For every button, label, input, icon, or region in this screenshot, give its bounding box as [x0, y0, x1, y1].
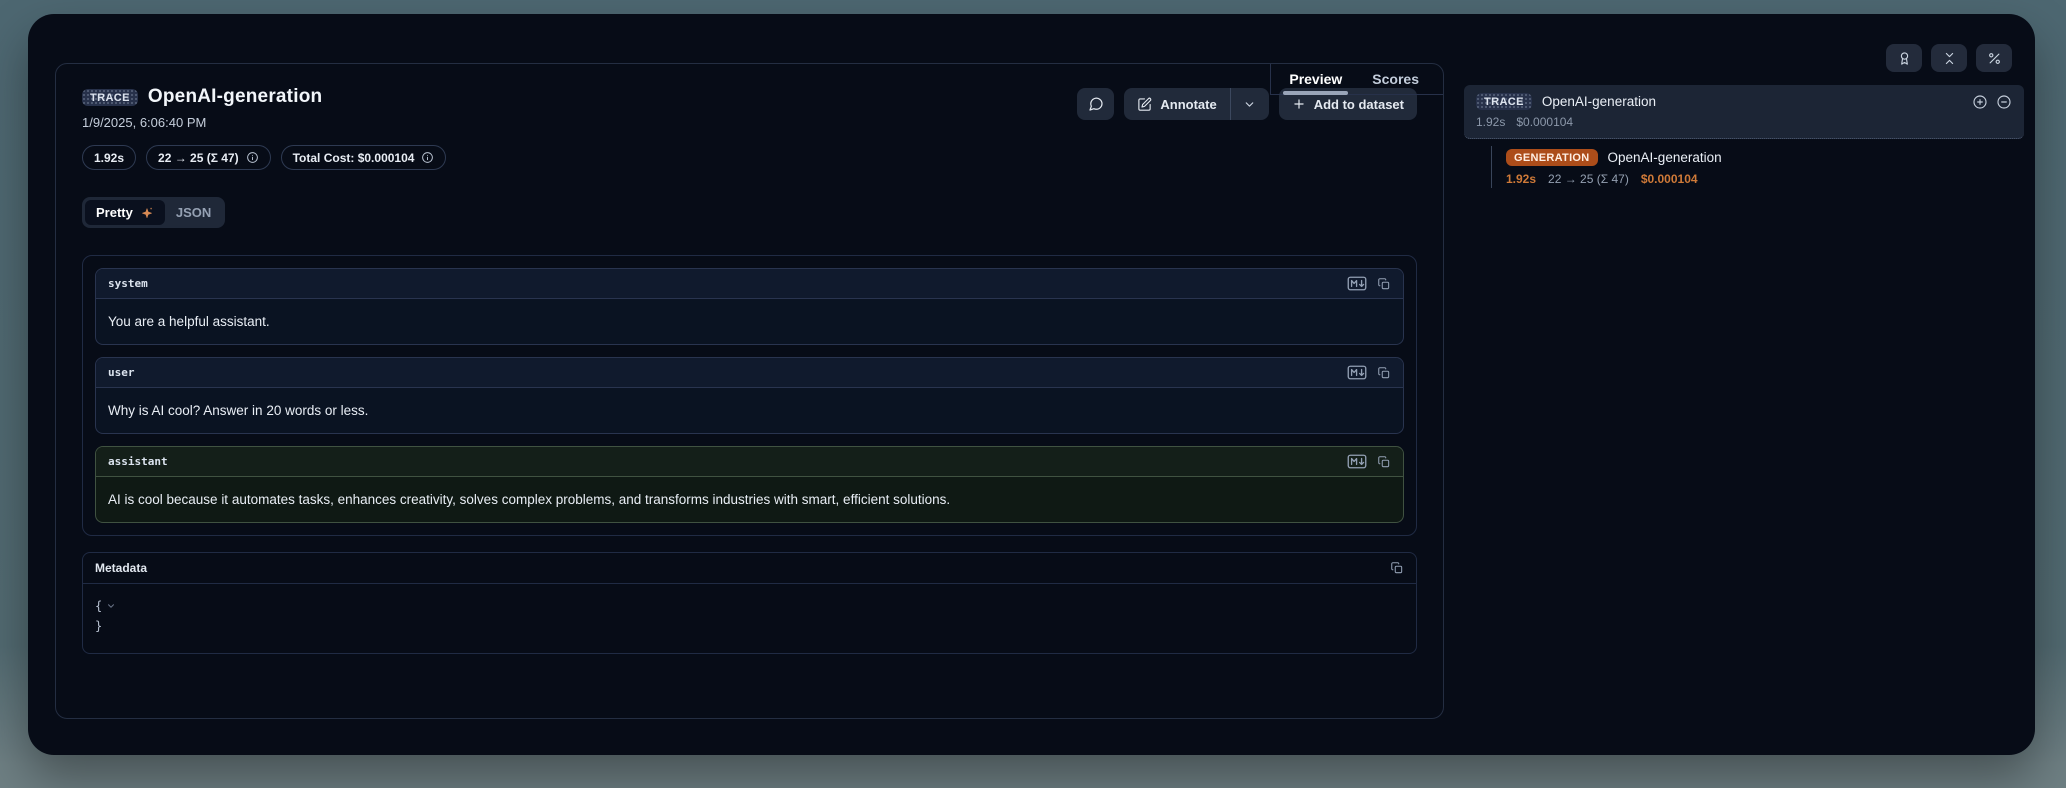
copy-icon[interactable]	[1377, 455, 1391, 469]
json-open-brace: {	[95, 596, 102, 616]
collapse-all-button[interactable]	[1931, 44, 1967, 72]
message-content: You are a helpful assistant.	[96, 299, 1403, 344]
percent-icon	[1987, 51, 2002, 66]
json-close-brace: }	[95, 619, 102, 633]
trace-header: TRACE OpenAI-generation 1/9/2025, 6:06:4…	[82, 86, 1417, 130]
io-format-toggle: Pretty JSON	[82, 197, 225, 228]
message-card-user: user Why is AI cool? Answer in 20 words …	[95, 357, 1404, 434]
message-header: system	[96, 269, 1403, 299]
markdown-icon[interactable]	[1347, 454, 1367, 469]
generation-tokens: 22 → 25 (Σ 47)	[1548, 172, 1629, 186]
annotate-button[interactable]: Annotate	[1124, 88, 1229, 120]
trace-identity: TRACE OpenAI-generation 1/9/2025, 6:06:4…	[82, 86, 322, 130]
message-role: assistant	[108, 455, 168, 468]
annotate-menu-button[interactable]	[1231, 88, 1269, 120]
tree-toolbar	[1464, 14, 2024, 72]
sparkles-icon	[140, 206, 154, 220]
generation-metrics: 1.92s 22 → 25 (Σ 47) $0.000104	[1506, 172, 2024, 186]
chat-bubble-icon	[1088, 96, 1104, 112]
chevron-down-icon[interactable]	[106, 601, 116, 611]
scores-toggle-button[interactable]	[1886, 44, 1922, 72]
page-title: OpenAI-generation	[148, 86, 322, 108]
trace-timestamp: 1/9/2025, 6:06:40 PM	[82, 115, 322, 130]
pretty-label: Pretty	[96, 205, 133, 220]
latency-pill: 1.92s	[82, 145, 136, 170]
message-role: user	[108, 366, 135, 379]
tree-node-name: OpenAI-generation	[1542, 94, 1962, 109]
tab-preview[interactable]: Preview	[1287, 71, 1344, 87]
info-circle-icon[interactable]	[246, 151, 259, 164]
trace-preview-panel: Preview Scores TRACE OpenAI-generation 1…	[55, 63, 1444, 719]
trace-latency: 1.92s	[1476, 115, 1505, 129]
tree-node-generation[interactable]: GENERATION OpenAI-generation 1.92s 22 → …	[1464, 142, 2024, 192]
circle-plus-icon[interactable]	[1972, 94, 1988, 110]
message-header: assistant	[96, 447, 1403, 477]
json-label: JSON	[176, 205, 211, 220]
annotate-label: Annotate	[1160, 97, 1216, 112]
pencil-square-icon	[1137, 97, 1152, 112]
copy-icon[interactable]	[1377, 277, 1391, 291]
tree-node-name: OpenAI-generation	[1608, 150, 2024, 165]
award-icon	[1897, 51, 1912, 66]
copy-icon[interactable]	[1377, 366, 1391, 380]
messages-container: system You are a helpful assistant. user	[82, 255, 1417, 536]
total-cost-value: Total Cost: $0.000104	[293, 151, 415, 165]
generation-latency: 1.92s	[1506, 172, 1536, 186]
latency-value: 1.92s	[94, 151, 124, 165]
trace-type-badge: TRACE	[82, 89, 138, 106]
observation-tree: GENERATION OpenAI-generation 1.92s 22 → …	[1464, 142, 2024, 192]
tree-node-metrics: 1.92s $0.000104	[1476, 115, 2012, 129]
preview-scores-tabs: Preview Scores	[1270, 64, 1443, 95]
metadata-json: { }	[83, 584, 1416, 653]
trace-tree-sidebar: TRACE OpenAI-generation 1.92s $0.000104	[1464, 14, 2024, 755]
trace-type-badge: TRACE	[1476, 93, 1532, 110]
generation-cost: $0.000104	[1641, 172, 1698, 186]
trace-cost: $0.000104	[1516, 115, 1573, 129]
annotate-split-button: Annotate	[1124, 88, 1268, 120]
message-card-assistant: assistant AI is cool because it automate…	[95, 446, 1404, 523]
message-card-system: system You are a helpful assistant.	[95, 268, 1404, 345]
comment-button[interactable]	[1077, 88, 1114, 120]
message-role: system	[108, 277, 148, 290]
info-circle-icon[interactable]	[421, 151, 434, 164]
token-usage-value: 22 → 25 (Σ 47)	[158, 151, 239, 165]
toggle-pretty[interactable]: Pretty	[85, 200, 165, 225]
circle-minus-icon[interactable]	[1996, 94, 2012, 110]
message-content: AI is cool because it automates tasks, e…	[96, 477, 1403, 522]
trace-detail-window: Preview Scores TRACE OpenAI-generation 1…	[28, 14, 2035, 755]
tab-scores[interactable]: Scores	[1370, 71, 1421, 87]
metadata-header: Metadata	[83, 553, 1416, 584]
plus-icon	[1292, 97, 1306, 111]
tree-node-trace[interactable]: TRACE OpenAI-generation 1.92s $0.000104	[1464, 85, 2024, 139]
toggle-json[interactable]: JSON	[165, 200, 222, 225]
token-usage-pill: 22 → 25 (Σ 47)	[146, 145, 271, 170]
metrics-toggle-button[interactable]	[1976, 44, 2012, 72]
message-content: Why is AI cool? Answer in 20 words or le…	[96, 388, 1403, 433]
add-to-dataset-label: Add to dataset	[1314, 97, 1404, 112]
fold-vertical-icon	[1942, 51, 1957, 66]
generation-type-badge: GENERATION	[1506, 149, 1598, 166]
metadata-title: Metadata	[95, 561, 147, 575]
markdown-icon[interactable]	[1347, 365, 1367, 380]
chevron-down-icon	[1243, 98, 1256, 111]
message-header: user	[96, 358, 1403, 388]
total-cost-pill: Total Cost: $0.000104	[281, 145, 447, 170]
trace-metrics-row: 1.92s 22 → 25 (Σ 47) Total Cost: $0.0001…	[82, 145, 1417, 170]
metadata-card: Metadata { }	[82, 552, 1417, 654]
markdown-icon[interactable]	[1347, 276, 1367, 291]
copy-icon[interactable]	[1390, 561, 1404, 575]
tree-indent-line	[1491, 146, 1492, 188]
